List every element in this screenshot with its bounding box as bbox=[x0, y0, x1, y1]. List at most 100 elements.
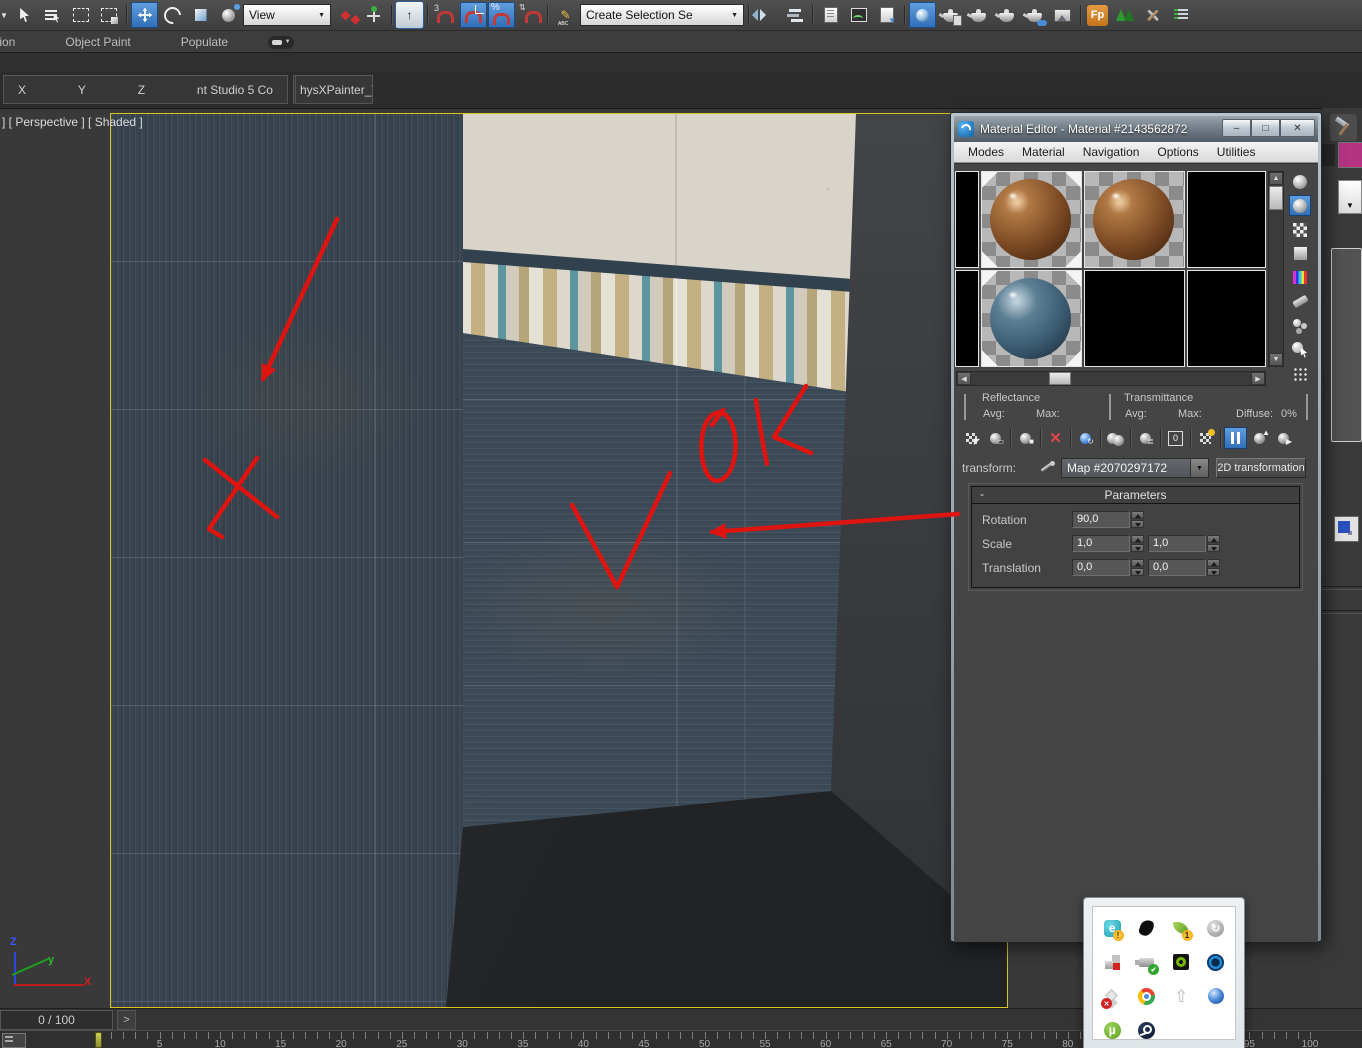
video-color-check-button[interactable] bbox=[1289, 267, 1311, 288]
translation-y-field[interactable]: 0,0 bbox=[1148, 559, 1206, 576]
flyout-arrow-icon[interactable]: ▼ bbox=[0, 2, 10, 28]
material-editor-button[interactable] bbox=[909, 2, 936, 28]
perspective-viewport[interactable] bbox=[110, 113, 1008, 1008]
tab-paint-studio[interactable]: nt Studio 5 Co bbox=[197, 83, 273, 97]
edit-named-selection-sets-button[interactable]: ✎ ABC bbox=[552, 2, 579, 28]
scroll-right-button[interactable]: ▶ bbox=[1251, 372, 1265, 385]
panel-mini-icon[interactable] bbox=[1334, 516, 1359, 542]
axis-z-label[interactable]: Z bbox=[138, 83, 145, 97]
scale-y-spinner[interactable] bbox=[1207, 535, 1220, 552]
select-by-name-button[interactable] bbox=[39, 2, 66, 28]
spinner-snap-toggle[interactable]: ⇅ bbox=[516, 2, 543, 28]
material-slot-empty[interactable] bbox=[1187, 171, 1266, 268]
material-editor-titlebar[interactable]: Material Editor - Material #2143562872 –… bbox=[954, 116, 1318, 142]
make-unique-button[interactable] bbox=[1104, 427, 1127, 449]
select-by-material-button[interactable] bbox=[1289, 339, 1311, 360]
tray-icon-pen-tablet[interactable] bbox=[1130, 913, 1165, 943]
open-rendered-image-button[interactable] bbox=[1049, 2, 1076, 28]
tray-icon-safely-remove[interactable]: ✔ bbox=[1130, 947, 1165, 977]
transformation-mode-button[interactable]: 2D transformation bbox=[1216, 458, 1306, 478]
scale-x-field[interactable]: 1,0 bbox=[1072, 535, 1130, 552]
backlight-button[interactable] bbox=[1289, 195, 1311, 216]
material-map-navigator-button[interactable] bbox=[1289, 363, 1311, 384]
translation-x-spinner[interactable] bbox=[1131, 559, 1144, 576]
rendered-frame-window-button[interactable] bbox=[965, 2, 992, 28]
sample-vertical-scrollbar[interactable]: ▲ ▼ bbox=[1268, 171, 1284, 367]
make-preview-button[interactable] bbox=[1289, 291, 1311, 312]
scroll-left-button[interactable]: ◀ bbox=[957, 372, 971, 385]
scale-x-spinner[interactable] bbox=[1131, 535, 1144, 552]
material-editor-window[interactable]: Material Editor - Material #2143562872 –… bbox=[950, 112, 1322, 942]
translation-y-spinner[interactable] bbox=[1207, 559, 1220, 576]
show-end-result-button[interactable] bbox=[1224, 427, 1247, 449]
select-and-rotate-button[interactable] bbox=[159, 2, 186, 28]
material-slot-blue-selected[interactable] bbox=[981, 270, 1082, 367]
ribbon-tab-selection[interactable]: tion bbox=[0, 35, 25, 49]
make-material-copy-button[interactable]: ↻ bbox=[1074, 427, 1097, 449]
viewport-label[interactable]: ] [ Perspective ] [ Shaded ] bbox=[2, 115, 143, 129]
sample-type-button[interactable] bbox=[1289, 171, 1311, 192]
snap-toggle-3d[interactable]: 3 bbox=[432, 2, 459, 28]
put-to-library-button[interactable]: ≣ bbox=[1134, 427, 1157, 449]
schematic-view-button[interactable]: ▼ bbox=[873, 2, 900, 28]
reset-map-button[interactable]: ✕ bbox=[1044, 427, 1067, 449]
timeline-playhead[interactable] bbox=[95, 1032, 102, 1048]
select-object-button[interactable] bbox=[11, 2, 38, 28]
sample-horizontal-scrollbar[interactable]: ◀ ▶ bbox=[956, 371, 1266, 386]
axis-x-label[interactable]: X bbox=[18, 83, 26, 97]
ribbon-tab-object-paint[interactable]: Object Paint bbox=[55, 35, 140, 49]
panel-listbox[interactable] bbox=[1331, 248, 1362, 442]
align-button[interactable] bbox=[781, 2, 808, 28]
tray-icon-upload[interactable]: ⇧ bbox=[1164, 981, 1199, 1011]
menu-navigation[interactable]: Navigation bbox=[1075, 145, 1148, 159]
reference-coordinate-dropdown[interactable]: View ▼ bbox=[243, 4, 331, 26]
collapse-icon[interactable]: - bbox=[980, 487, 984, 501]
material-slot-partial[interactable] bbox=[955, 270, 979, 367]
menu-utilities[interactable]: Utilities bbox=[1209, 145, 1264, 159]
menu-options[interactable]: Options bbox=[1149, 145, 1206, 159]
panel-dropdown[interactable]: ▼ bbox=[1338, 180, 1362, 214]
select-and-scale-button[interactable] bbox=[187, 2, 214, 28]
select-and-move-button[interactable] bbox=[131, 2, 158, 28]
assign-material-to-selection-button[interactable]: ■ bbox=[1014, 427, 1037, 449]
mirror-button[interactable] bbox=[752, 2, 780, 28]
minimize-button[interactable]: – bbox=[1222, 119, 1251, 137]
chevron-down-icon[interactable]: ▼ bbox=[1190, 459, 1208, 477]
eyedropper-icon[interactable] bbox=[1038, 458, 1056, 476]
translation-x-field[interactable]: 0,0 bbox=[1072, 559, 1130, 576]
parameters-header[interactable]: - Parameters bbox=[972, 487, 1299, 504]
tray-icon-utorrent[interactable]: µ bbox=[1095, 1015, 1130, 1045]
utilities-tab[interactable] bbox=[1330, 114, 1357, 141]
close-button[interactable]: ✕ bbox=[1280, 119, 1315, 137]
ribbon-minimize-dropdown[interactable]: ▼ bbox=[268, 35, 295, 49]
show-map-in-viewport-button[interactable] bbox=[1194, 427, 1217, 449]
map-selector-dropdown[interactable]: Map #2070297172 ▼ bbox=[1061, 458, 1209, 478]
named-selection-set-dropdown[interactable]: Create Selection Se ▼ bbox=[580, 4, 744, 26]
options-button[interactable] bbox=[1289, 315, 1311, 336]
menu-material[interactable]: Material bbox=[1014, 145, 1073, 159]
current-frame-display[interactable]: 0 / 100 bbox=[0, 1010, 113, 1030]
tray-icon-nvidia[interactable] bbox=[1164, 947, 1199, 977]
material-id-channel-button[interactable]: 0 bbox=[1164, 427, 1187, 449]
rotation-field[interactable]: 90,0 bbox=[1072, 511, 1130, 528]
select-and-place-button[interactable] bbox=[215, 2, 242, 28]
tray-icon-sync[interactable]: ↻ bbox=[1199, 913, 1234, 943]
forestpack-button[interactable]: Fp bbox=[1085, 2, 1110, 28]
material-slot-empty[interactable] bbox=[1084, 270, 1185, 367]
material-slot-wood[interactable] bbox=[1084, 171, 1185, 268]
scroll-down-button[interactable]: ▼ bbox=[1269, 353, 1283, 366]
tray-icon-file-boxes[interactable] bbox=[1095, 947, 1130, 977]
material-slot-empty[interactable] bbox=[1187, 270, 1266, 367]
tools-button[interactable] bbox=[1139, 2, 1166, 28]
material-slot-wood-selected[interactable] bbox=[981, 171, 1082, 268]
use-pivot-point-center-button[interactable] bbox=[332, 2, 359, 28]
list-utility-button[interactable] bbox=[1167, 2, 1194, 28]
color-swatch[interactable] bbox=[1338, 142, 1362, 168]
percent-snap-toggle[interactable]: % bbox=[488, 2, 515, 28]
tray-icon-plugin-error[interactable]: ✕ bbox=[1095, 981, 1130, 1011]
render-setup-button[interactable] bbox=[937, 2, 964, 28]
tray-icon-network-wheel[interactable] bbox=[1199, 947, 1234, 977]
forest-tools-button[interactable] bbox=[1111, 2, 1138, 28]
render-production-button[interactable] bbox=[993, 2, 1020, 28]
select-and-manipulate-button[interactable] bbox=[360, 2, 387, 28]
